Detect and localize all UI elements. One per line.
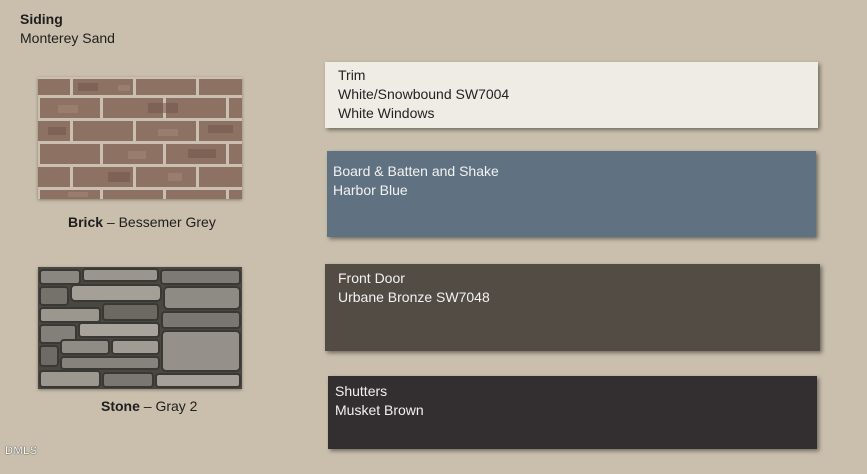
dmls-watermark: DMLS (5, 445, 38, 457)
trim-line-1: White/Snowbound SW7004 (338, 86, 510, 102)
stone-caption: Stone – Gray 2 (101, 398, 197, 414)
front-door-line-1: Urbane Bronze SW7048 (338, 289, 490, 305)
siding-heading: Siding Monterey Sand (20, 10, 115, 48)
shutters-title: Shutters (335, 383, 388, 399)
siding-title: Siding (20, 11, 63, 27)
siding-value: Monterey Sand (20, 30, 115, 46)
brick-swatch-image (38, 77, 242, 199)
batten-title: Board & Batten and Shake (333, 163, 499, 179)
brick-caption: Brick – Bessemer Grey (68, 214, 216, 230)
stone-label: Stone (101, 398, 140, 414)
batten-color-chip: Board & Batten and Shake Harbor Blue (327, 151, 816, 237)
shutters-color-chip: Shutters Musket Brown (328, 376, 817, 449)
batten-line-1: Harbor Blue (333, 182, 408, 198)
brick-value: – Bessemer Grey (106, 214, 216, 230)
trim-line-2: White Windows (338, 105, 435, 121)
stone-swatch-image (38, 267, 242, 389)
front-door-color-chip: Front Door Urbane Bronze SW7048 (325, 264, 820, 351)
brick-label: Brick (68, 214, 104, 230)
shutters-line-1: Musket Brown (335, 402, 424, 418)
trim-color-chip: Trim White/Snowbound SW7004 White Window… (325, 62, 818, 128)
trim-title: Trim (338, 67, 366, 83)
front-door-title: Front Door (338, 270, 405, 286)
stone-value: – Gray 2 (143, 398, 198, 414)
